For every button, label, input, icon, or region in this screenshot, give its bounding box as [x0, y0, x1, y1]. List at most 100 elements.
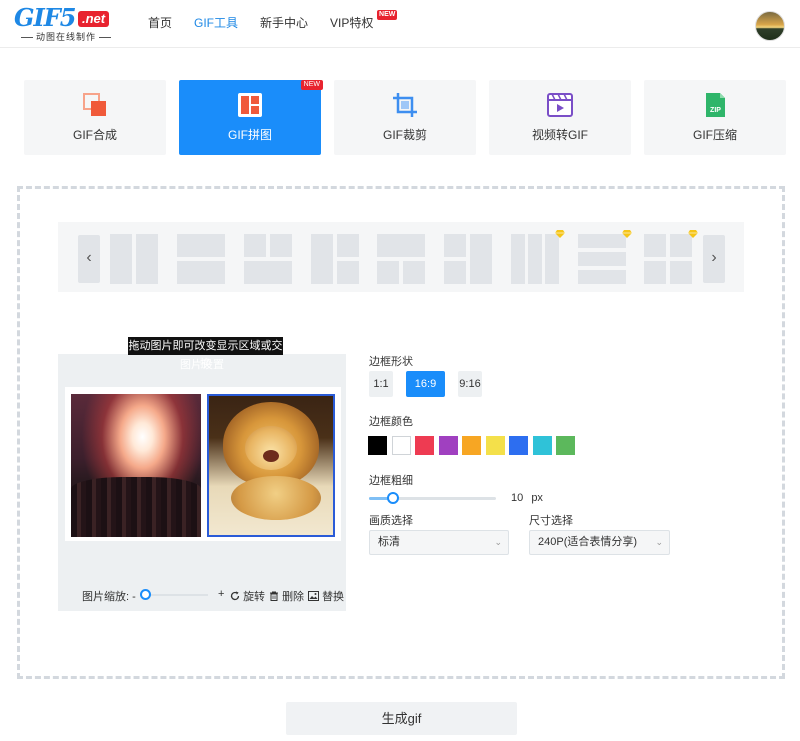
collage-preview-panel: 图片设置: [58, 354, 346, 611]
quality-label: 画质选择: [369, 515, 413, 527]
tool-label: 视频转GIF: [532, 128, 588, 142]
border-color-swatch[interactable]: [392, 436, 411, 455]
crowd-silhouette: [71, 477, 201, 537]
layout-template-top-split[interactable]: [244, 234, 292, 284]
drag-hint-tooltip: 拖动图片即可改变显示区域或交换: [128, 337, 283, 370]
border-shape-label: 边框形状: [369, 356, 413, 368]
layout-template-two-rows[interactable]: [177, 234, 225, 284]
chevron-down-icon: ⌄: [494, 537, 502, 547]
rotate-label: 旋转: [243, 591, 266, 603]
zip-icon-text: ZIP: [710, 107, 721, 114]
nav-item-gif-tools[interactable]: GIF工具: [194, 0, 238, 48]
tool-label: GIF合成: [73, 128, 117, 142]
image-zoom-row: 图片缩放: - + 旋转 删除 替换: [82, 588, 346, 604]
thickness-value-readout: 10 px: [511, 492, 543, 504]
vip-diamond-icon: [688, 230, 698, 238]
nav-item-label: GIF工具: [194, 16, 239, 30]
user-avatar[interactable]: [755, 11, 785, 41]
ratio-button-1-1[interactable]: 1:1: [369, 371, 393, 397]
layers-icon: [83, 93, 106, 116]
size-selected-value: 240P(适合表情分享): [538, 536, 638, 548]
delete-button[interactable]: 删除: [269, 588, 304, 604]
chevron-down-icon: ⌄: [655, 537, 663, 547]
border-color-swatch[interactable]: [556, 436, 575, 455]
border-color-swatch[interactable]: [415, 436, 434, 455]
size-label: 尺寸选择: [529, 515, 573, 527]
collage-image-lion-cat[interactable]: [207, 394, 335, 537]
replace-button[interactable]: 替换: [308, 588, 344, 604]
tool-card-gif-compose[interactable]: GIF合成: [24, 80, 166, 155]
video-icon: [547, 93, 573, 117]
trash-icon: [270, 591, 278, 601]
tool-card-gif-compress[interactable]: ZIP GIF压缩: [644, 80, 786, 155]
border-color-swatch[interactable]: [486, 436, 505, 455]
tool-card-gif-collage[interactable]: NEW GIF拼图: [179, 80, 323, 155]
tool-label: GIF压缩: [693, 128, 737, 142]
thickness-value: 10: [511, 492, 524, 504]
vip-diamond-icon: [555, 230, 565, 238]
top-nav: 首页 GIF工具 新手中心 VIP特权 NEW: [148, 0, 398, 48]
nav-item-vip[interactable]: VIP特权 NEW: [330, 0, 398, 48]
image-icon: [308, 591, 319, 601]
tool-label: GIF拼图: [228, 128, 272, 142]
collage-image-concert[interactable]: [71, 394, 201, 537]
border-color-swatch[interactable]: [439, 436, 458, 455]
ratio-button-9-16[interactable]: 9:16: [458, 371, 482, 397]
site-logo[interactable]: GIF5 .net 动图在线制作: [14, 3, 114, 43]
nav-item-label: 首页: [148, 16, 173, 30]
strip-next-button[interactable]: ›: [703, 235, 725, 283]
thickness-unit: px: [531, 492, 543, 504]
size-select[interactable]: 240P(适合表情分享) ⌄: [529, 530, 670, 555]
logo-wordmark: GIF5: [14, 3, 76, 32]
nav-item-beginner-center[interactable]: 新手中心: [260, 0, 308, 48]
zip-icon: ZIP: [706, 93, 725, 117]
logo-tagline: 动图在线制作: [18, 30, 114, 43]
layout-template-four-grid-vip[interactable]: [644, 230, 698, 284]
tool-card-video-to-gif[interactable]: 视频转GIF: [489, 80, 631, 155]
nav-item-home[interactable]: 首页: [148, 0, 172, 48]
border-thickness-label: 边框粗细: [369, 475, 413, 487]
rotate-button[interactable]: 旋转: [230, 588, 265, 604]
new-badge: NEW: [377, 10, 398, 20]
zoom-plus-label: +: [218, 588, 225, 600]
zoom-slider-knob[interactable]: [140, 589, 151, 600]
grid-icon: [238, 93, 262, 117]
quality-selected-value: 标清: [378, 536, 400, 548]
border-color-label: 边框颜色: [369, 416, 413, 428]
thickness-slider-knob[interactable]: [387, 492, 399, 504]
ratio-button-16-9[interactable]: 16:9: [406, 371, 445, 397]
nav-item-label: 新手中心: [260, 16, 309, 30]
border-color-swatch[interactable]: [533, 436, 552, 455]
tool-card-gif-crop[interactable]: GIF裁剪: [334, 80, 476, 155]
site-header: GIF5 .net 动图在线制作 首页 GIF工具 新手中心 VIP特权 NEW: [0, 0, 800, 48]
vip-diamond-icon: [622, 230, 632, 238]
tool-label: GIF裁剪: [383, 128, 427, 142]
body-shape: [231, 476, 321, 520]
nav-item-label: VIP特权: [330, 16, 374, 30]
crop-icon: [393, 93, 417, 117]
layout-template-three-rows-vip[interactable]: [578, 230, 632, 284]
quality-select[interactable]: 标清 ⌄: [369, 530, 509, 555]
logo-net-badge: .net: [78, 11, 110, 27]
new-badge: NEW: [300, 80, 323, 90]
layout-template-three-columns-vip[interactable]: [511, 230, 565, 284]
chevron-right-icon: ›: [711, 249, 717, 266]
border-color-swatch[interactable]: [368, 436, 387, 455]
generate-gif-button[interactable]: 生成gif: [286, 702, 517, 735]
strip-prev-button[interactable]: ‹: [78, 235, 100, 283]
mouth-shape: [263, 450, 279, 462]
layout-template-left-split[interactable]: [444, 234, 492, 284]
face-shape: [245, 426, 297, 470]
layout-template-right-split[interactable]: [311, 234, 359, 284]
replace-label: 替换: [322, 591, 345, 603]
border-color-swatch[interactable]: [462, 436, 481, 455]
chevron-left-icon: ‹: [86, 249, 92, 266]
collage-canvas: [65, 387, 341, 541]
layout-template-strip: ‹ ›: [58, 222, 744, 292]
rotate-icon: [230, 591, 240, 601]
layout-template-bottom-split[interactable]: [377, 234, 425, 284]
border-color-swatch[interactable]: [509, 436, 528, 455]
delete-label: 删除: [282, 591, 305, 603]
zoom-label: 图片缩放: -: [82, 591, 136, 603]
layout-template-two-columns[interactable]: [110, 234, 158, 284]
